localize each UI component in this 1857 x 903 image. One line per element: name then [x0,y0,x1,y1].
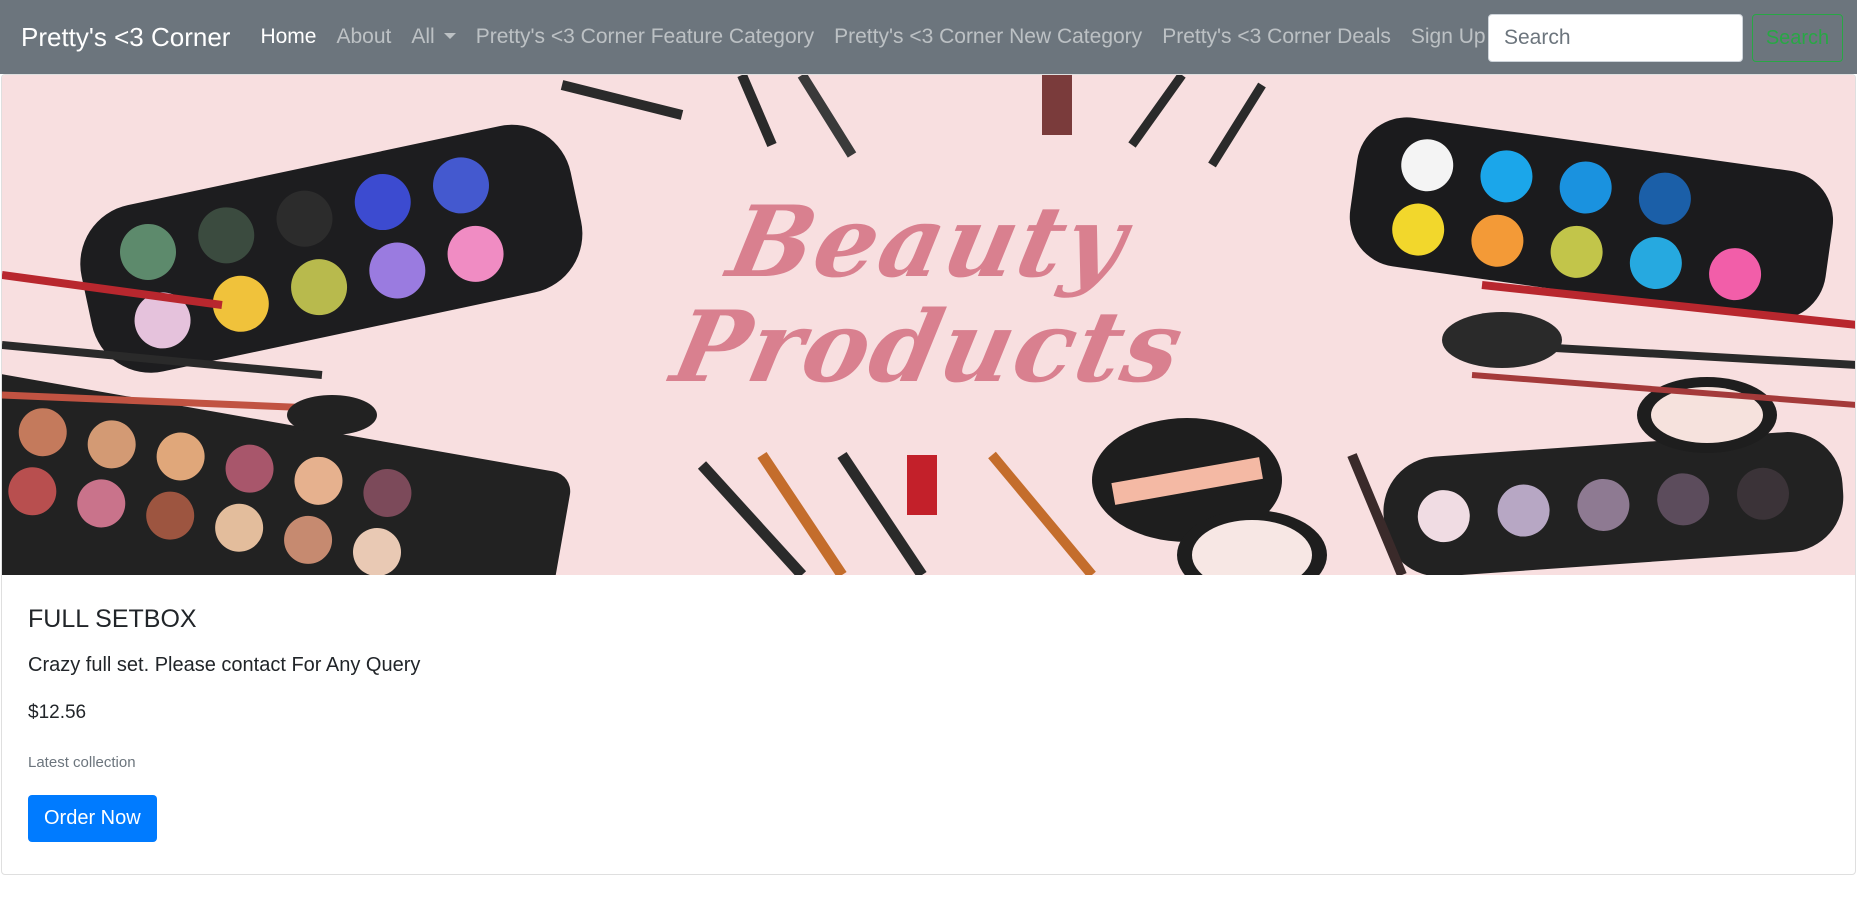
product-card: Beauty Products FULL SETBOX Crazy full s… [1,74,1856,875]
nav-links: Home About All Pretty's <3 Corner Featur… [260,25,1505,49]
product-price: $12.56 [28,702,87,723]
nav-all-dropdown[interactable]: All [411,25,456,49]
search-button[interactable]: Search [1752,14,1843,62]
nav-deals[interactable]: Pretty's <3 Corner Deals [1162,25,1391,49]
card-body: FULL SETBOX Crazy full set. Please conta… [2,575,1855,872]
caret-down-icon [443,33,456,39]
banner-text-beauty: Beauty [719,185,1138,300]
product-note: Latest collection [28,754,136,771]
nav-new-category[interactable]: Pretty's <3 Corner New Category [834,25,1142,49]
order-now-button[interactable]: Order Now [28,795,157,842]
product-banner-image: Beauty Products [2,75,1855,575]
product-title: FULL SETBOX [28,605,197,633]
search-input[interactable] [1488,14,1743,62]
banner-text-products: Products [662,290,1195,405]
search-form: Search [1488,14,1843,62]
nav-feature-category[interactable]: Pretty's <3 Corner Feature Category [476,25,814,49]
product-description: Crazy full set. Please contact For Any Q… [28,654,421,676]
nav-about[interactable]: About [336,25,391,49]
brand-logo[interactable]: Pretty's <3 Corner [21,22,230,53]
navbar: Pretty's <3 Corner Home About All Pretty… [0,0,1857,74]
nav-all-label: All [411,25,435,48]
nav-home[interactable]: Home [260,25,316,49]
nav-sign-up[interactable]: Sign Up [1411,25,1486,49]
